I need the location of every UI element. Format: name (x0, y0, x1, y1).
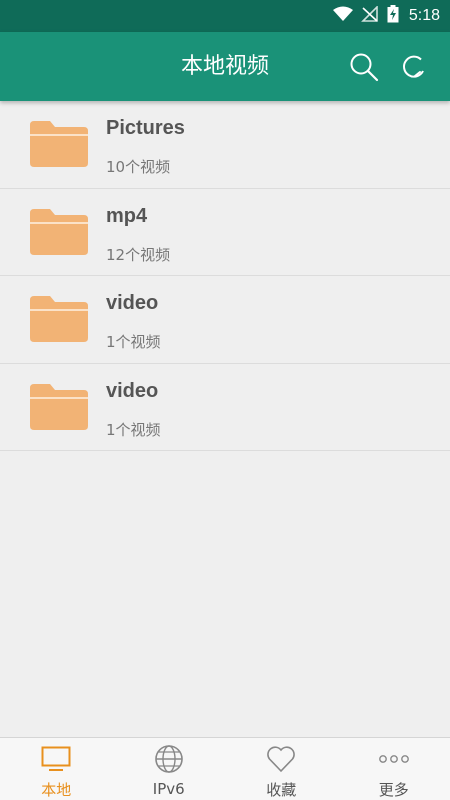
folder-icon (30, 383, 88, 430)
tab-label: 收藏 (266, 781, 297, 799)
battery-charging-icon (387, 5, 399, 27)
bottom-nav: 本地 IPv6 收藏 更多 (0, 737, 450, 800)
folder-icon (30, 208, 88, 255)
tab-label: 更多 (378, 781, 409, 799)
tab-local[interactable]: 本地 (0, 738, 113, 800)
folder-list: Pictures 10个视频 mp4 12个视频 video 1个视频 vide… (0, 101, 450, 451)
video-count: 12个视频 (106, 245, 171, 264)
page-title: 本地视频 (180, 54, 269, 79)
folder-name: Pictures (106, 117, 185, 139)
folder-icon (30, 296, 88, 342)
tab-ipv6[interactable]: IPv6 (113, 738, 226, 800)
no-signal-icon (360, 5, 379, 26)
folder-name: mp4 (106, 204, 148, 227)
search-icon (350, 53, 379, 82)
folder-item[interactable]: video 1个视频 (0, 276, 450, 364)
tab-label: 本地 (41, 781, 72, 799)
folder-item[interactable]: Pictures 10个视频 (0, 101, 450, 189)
refresh-icon (403, 55, 424, 78)
video-count: 1个视频 (106, 333, 161, 351)
tab-label: IPv6 (152, 780, 185, 798)
app-bar: 本地视频 (0, 32, 450, 101)
wifi-icon (332, 6, 353, 26)
status-time: 5:18 (408, 7, 440, 24)
heart-icon (266, 744, 296, 773)
refresh-button[interactable] (396, 49, 432, 85)
folder-name: video (106, 292, 159, 314)
status-icons: 5:18 (332, 0, 440, 32)
tab-more[interactable]: 更多 (338, 738, 450, 800)
tab-favorites[interactable]: 收藏 (225, 738, 338, 800)
status-bar: 5:18 (0, 0, 450, 32)
tv-icon (41, 744, 71, 773)
more-dots-icon (378, 744, 409, 773)
video-count: 1个视频 (106, 420, 161, 439)
video-count: 10个视频 (106, 158, 171, 176)
folder-icon (30, 121, 88, 167)
globe-icon (154, 744, 184, 774)
folder-item[interactable]: video 1个视频 (0, 364, 450, 451)
folder-name: video (106, 379, 159, 402)
search-button[interactable] (346, 49, 382, 85)
folder-item[interactable]: mp4 12个视频 (0, 189, 450, 276)
